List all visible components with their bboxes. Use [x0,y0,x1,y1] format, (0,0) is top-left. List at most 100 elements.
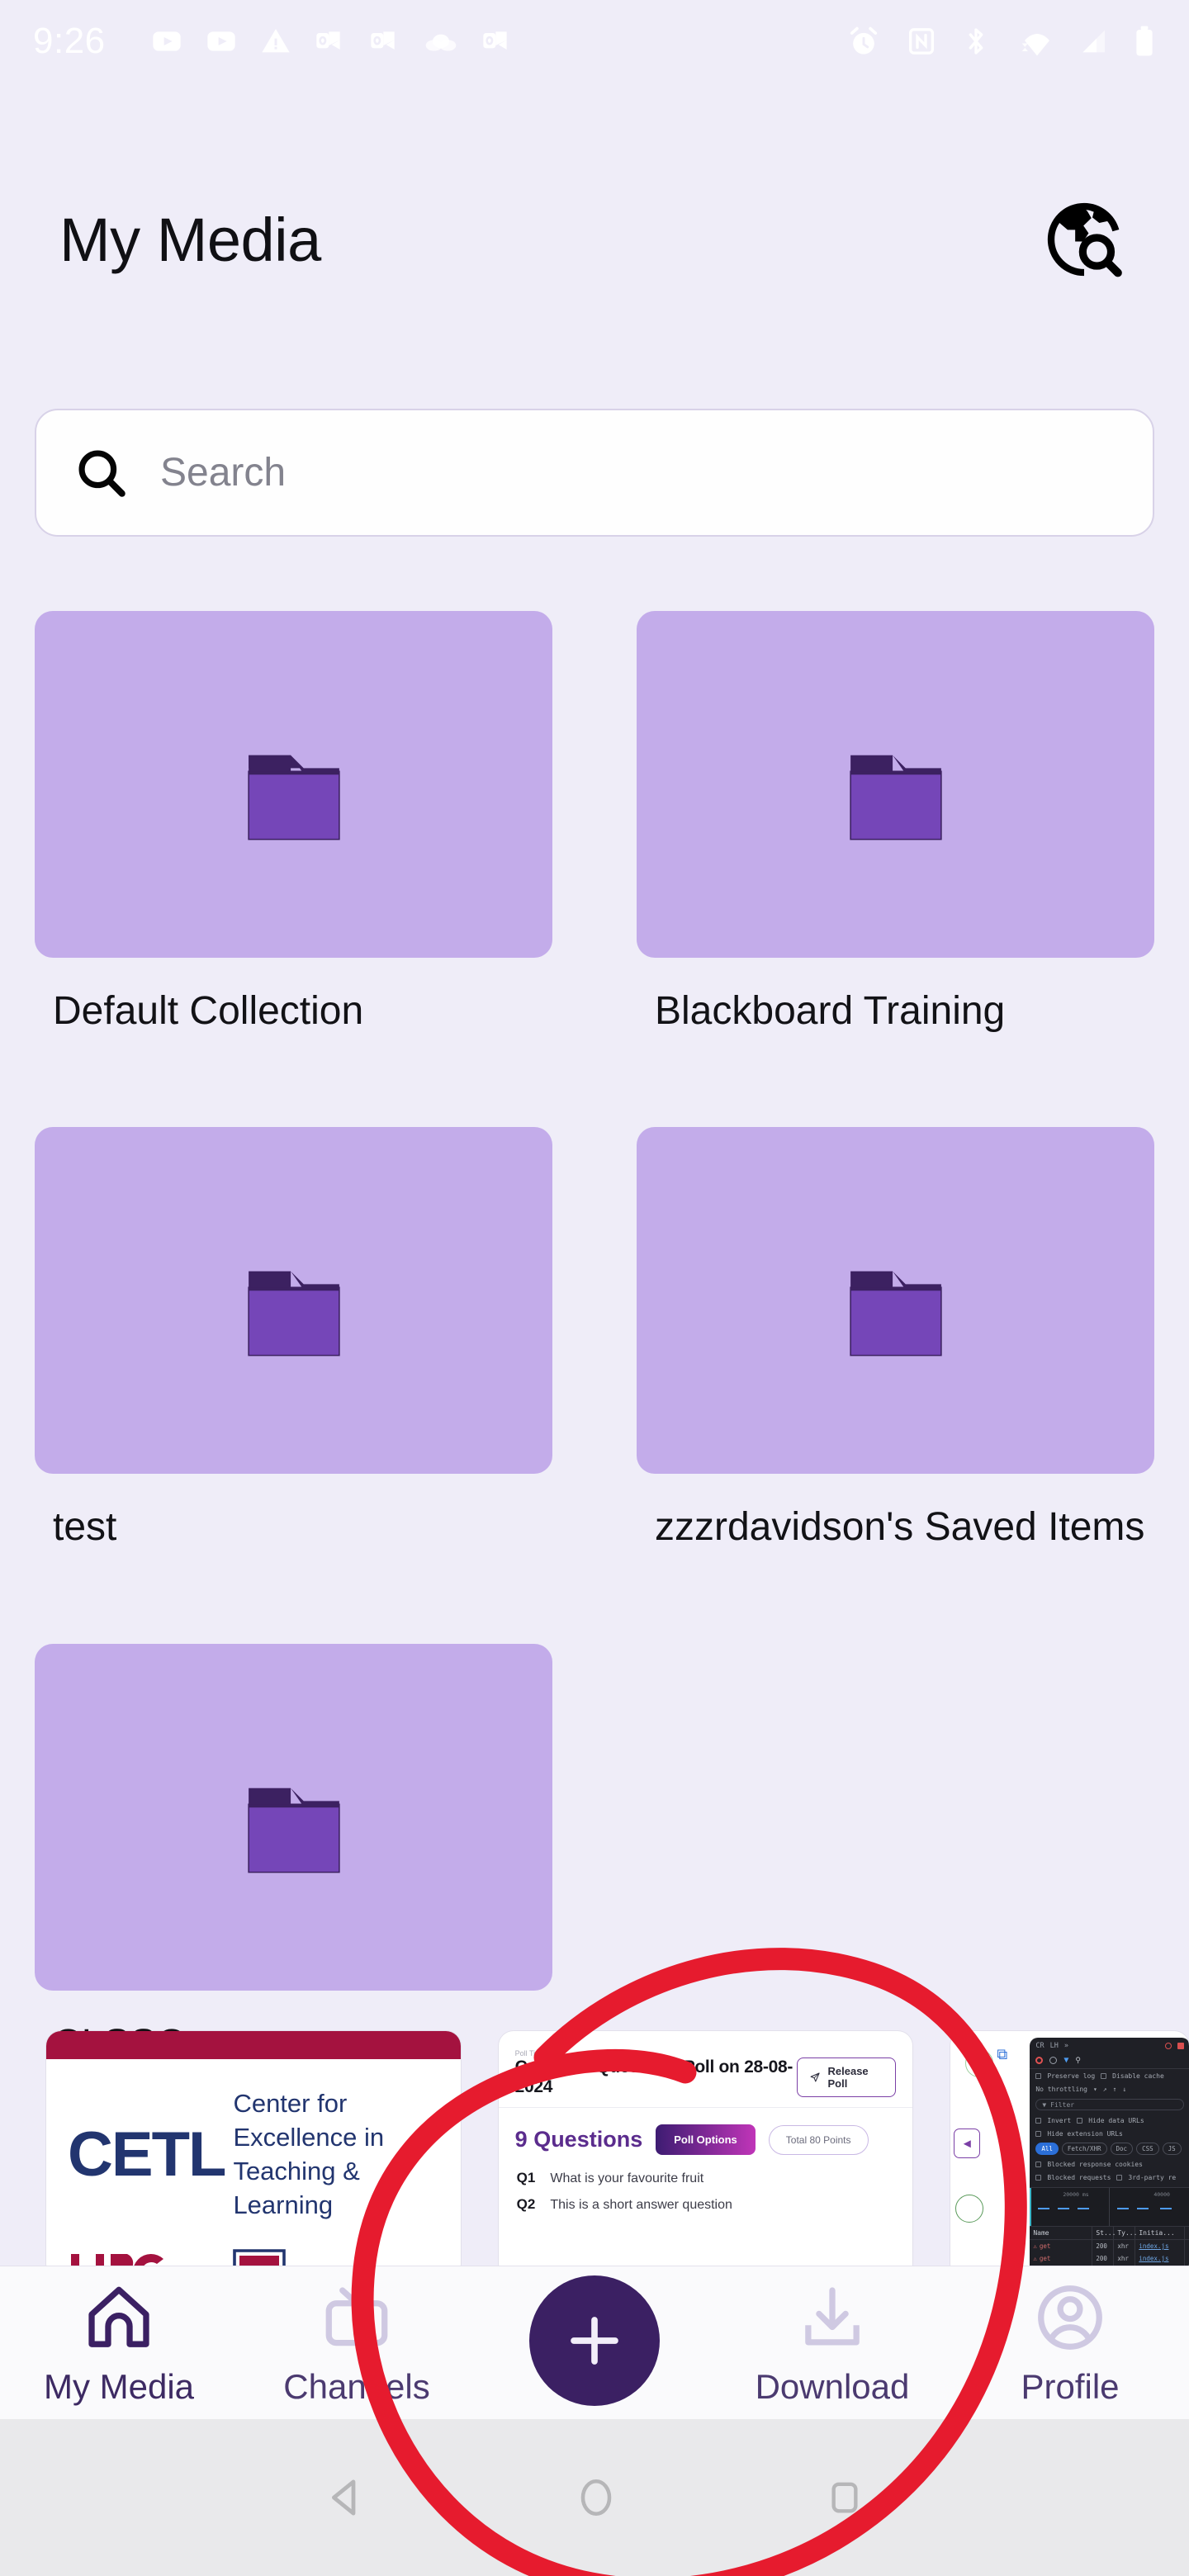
devtools-filter-placeholder: Filter [1050,2100,1075,2109]
devtools-toolbar[interactable]: ▼ ⚲ [1030,2053,1189,2069]
folder-cell[interactable]: test [35,1127,552,1552]
cell-initiator[interactable]: index.js [1135,2240,1186,2252]
devtools-tabs[interactable]: CR LH » [1030,2038,1189,2053]
checkbox-icon[interactable] [1116,2174,1123,2181]
devtools-type-pill[interactable]: Fetch/XHR [1061,2143,1107,2155]
folder-tile[interactable] [637,1127,1154,1475]
devtools-tab[interactable]: » [1064,2042,1068,2050]
release-poll-button[interactable]: Release Poll [797,2057,897,2097]
devtools-checkbox-label: Blocked requests [1047,2173,1111,2181]
devtools-checkbox-row[interactable]: Hide extension URLs [1030,2127,1189,2140]
error-status-icon: ⚠ [1033,2255,1037,2262]
add-fab-button[interactable] [529,2275,660,2406]
devtools-type-pill[interactable]: Doc [1110,2143,1134,2155]
circle-badge-icon [955,2195,984,2223]
media-thumbnail-poll[interactable]: Poll Title Copy of 9 Questions Poll on 2… [498,2031,913,2279]
checkbox-icon[interactable] [1035,2174,1042,2181]
waterfall-label: 20000 ms [1063,2191,1089,2198]
waterfall-bar [1160,2208,1172,2209]
clear-icon[interactable] [1049,2057,1058,2064]
media-thumbnail-devtools[interactable]: ⧉ R ◄ CR LH » ▼ ⚲ Preserve log Disable c… [950,2031,1189,2279]
record-icon[interactable] [1035,2057,1044,2064]
waterfall-bar [1137,2208,1149,2209]
nav-label-profile: Profile [1021,2366,1120,2406]
devtools-checkbox-row[interactable]: Preserve log Disable cache [1030,2069,1189,2082]
devtools-tab[interactable]: LH [1050,2042,1059,2050]
grid-spacer [35,1553,1154,1644]
nav-item-profile[interactable]: Profile [951,2280,1189,2407]
phone-screen: 9:26 My Media Search Default Collection … [0,0,1189,2576]
request-name: get [1039,2255,1051,2262]
devtools-filter-input[interactable]: ▼ Filter [1035,2099,1185,2110]
devtools-tab[interactable]: CR [1035,2042,1044,2050]
table-row[interactable]: ⚠get 200 xhr index.js [1030,2240,1189,2252]
devtools-type-pill[interactable]: All [1035,2143,1059,2155]
nav-label-download: Download [755,2366,910,2406]
outlook-icon [315,31,340,50]
chevron-down-icon[interactable]: ▾ [1093,2086,1097,2093]
square-badge-icon: ◄ [954,2129,981,2158]
poll-question-text: This is a short answer question [550,2198,732,2212]
folder-label: zzzrdavidson's Saved Items [655,1505,1145,1550]
devtools-checkbox-row[interactable]: Blocked response cookies [1030,2157,1189,2171]
checkbox-icon[interactable] [1101,2072,1107,2079]
checkbox-icon[interactable] [1035,2072,1042,2079]
folder-tile[interactable] [35,611,552,958]
checkbox-icon[interactable] [1035,2117,1042,2124]
wifi-slash-icon[interactable]: ↗ [1103,2086,1107,2093]
checkbox-icon[interactable] [1077,2117,1083,2124]
devtools-type-filters[interactable]: All Fetch/XHR Doc CSS JS [1030,2140,1189,2157]
devtools-type-pill[interactable]: CSS [1136,2143,1159,2155]
nav-item-download[interactable]: Download [713,2280,951,2407]
nav-item-channels[interactable]: Channels [238,2280,476,2407]
recents-square-icon[interactable] [824,2477,865,2518]
poll-options-button[interactable]: Poll Options [656,2124,756,2155]
download-icon[interactable]: ↓ [1122,2086,1126,2093]
devtools-throttling-row[interactable]: No throttling ▾ ↗ ↑ ↓ [1030,2082,1189,2095]
home-circle-icon[interactable] [575,2476,618,2519]
column-header-initiator: Initia... [1135,2227,1186,2239]
cetl-header-bar [46,2031,461,2059]
folder-icon [247,1271,340,1357]
folder-row: test zzzrdavidson's Saved Items [35,1127,1154,1552]
search-input[interactable]: Search [35,409,1154,537]
devtools-checkbox-label: Hide data URLs [1088,2116,1144,2124]
upload-icon[interactable]: ↑ [1113,2086,1117,2093]
cell-initiator[interactable]: index.js [1135,2252,1186,2265]
filter-icon[interactable]: ▼ [1063,2056,1068,2065]
devtools-checkbox-row[interactable]: Invert Hide data URLs [1030,2114,1189,2127]
column-header-status: St... [1092,2227,1116,2239]
cellular-signal-icon [1082,30,1105,53]
search-icon[interactable]: ⚲ [1075,2057,1081,2065]
page-title: My Media [59,205,321,274]
folder-cell[interactable]: Default Collection [35,611,552,1036]
folder-cell[interactable]: CLSSC [35,1643,552,2069]
devtools-type-pill[interactable]: JS [1162,2143,1182,2155]
media-thumbnail-cetl[interactable]: CETL Center for Excellence in Teaching &… [46,2031,461,2279]
folder-cell[interactable]: Blackboard Training [637,611,1154,1036]
folder-cell[interactable]: zzzrdavidson's Saved Items [637,1127,1154,1552]
nav-item-my-media[interactable]: My Media [0,2280,238,2407]
nav-item-add[interactable] [476,2275,713,2411]
checkbox-icon[interactable] [1035,2161,1042,2167]
folder-row: Default Collection Blackboard Training [35,611,1154,1036]
table-row[interactable]: ⚠get 200 xhr index.js [1030,2252,1189,2265]
download-icon [805,2286,860,2346]
globe-search-icon[interactable] [1039,194,1130,285]
cell-name: ⚠get [1030,2252,1093,2265]
poll-question-number: Q1 [516,2170,536,2185]
waterfall-marker [1030,2188,1032,2226]
poll-question-row: Q2 This is a short answer question [499,2186,913,2213]
app-header: My Media [0,165,1189,314]
checkbox-icon[interactable] [1035,2130,1042,2137]
waterfall-bar [1078,2208,1090,2209]
folder-tile[interactable] [35,1127,552,1475]
folder-icon [247,1788,340,1873]
cell-type: xhr [1114,2240,1136,2252]
folder-tile[interactable] [35,1643,552,1991]
back-triangle-icon[interactable] [324,2475,368,2520]
devtools-throttling-label: No throttling [1035,2085,1087,2093]
outlook-icon [482,31,507,50]
folder-tile[interactable] [637,611,1154,958]
devtools-checkbox-row[interactable]: Blocked requests 3rd-party re [1030,2171,1189,2184]
